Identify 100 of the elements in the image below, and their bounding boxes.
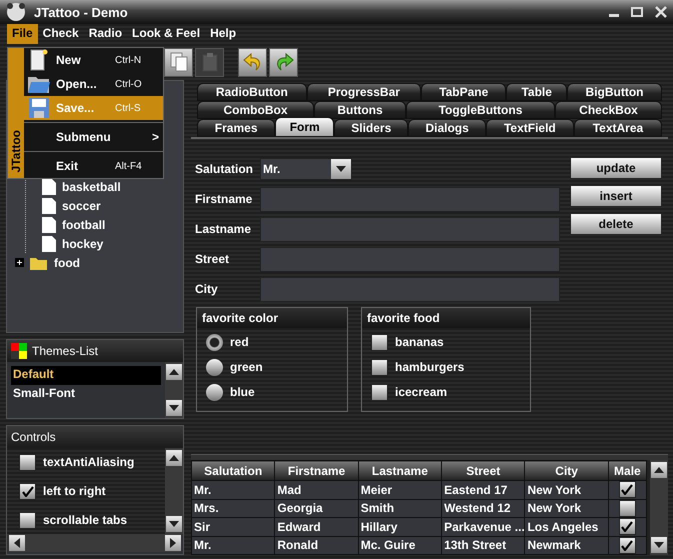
submenu-item[interactable]: Submenu > bbox=[24, 125, 163, 149]
checkbox-label: textAntiAliasing bbox=[43, 455, 134, 469]
checkbox[interactable] bbox=[371, 358, 388, 376]
menu-item[interactable]: Help bbox=[205, 24, 242, 44]
up-arrow-icon[interactable] bbox=[654, 467, 664, 473]
tab[interactable]: Form bbox=[275, 117, 334, 137]
folder-icon bbox=[27, 74, 51, 94]
column-header[interactable]: Firstname bbox=[274, 460, 358, 480]
document-icon bbox=[28, 49, 50, 71]
document-icon bbox=[42, 198, 56, 214]
toolbar-button[interactable] bbox=[238, 48, 267, 77]
salutation-dropdown[interactable]: Mr. bbox=[260, 158, 352, 180]
vertical-scrollbar[interactable] bbox=[165, 362, 183, 418]
horizontal-scrollbar[interactable] bbox=[9, 534, 181, 552]
tab[interactable]: RadioButton bbox=[197, 83, 307, 101]
copy-icon[interactable] bbox=[170, 52, 188, 72]
input-field[interactable] bbox=[260, 186, 560, 212]
checkbox[interactable] bbox=[618, 500, 636, 517]
form-button[interactable]: delete bbox=[570, 213, 662, 235]
table-cell: Meier bbox=[358, 480, 442, 499]
tab[interactable]: Sliders bbox=[334, 119, 408, 137]
document-icon bbox=[42, 216, 56, 232]
option-label: blue bbox=[230, 385, 255, 399]
checkbox[interactable] bbox=[19, 454, 36, 470]
list-item[interactable]: Default bbox=[11, 366, 161, 385]
document-icon bbox=[42, 236, 56, 252]
tab[interactable]: ProgressBar bbox=[306, 83, 422, 101]
tab[interactable]: Dialogs bbox=[408, 119, 486, 137]
tab[interactable]: TabPane bbox=[421, 83, 506, 101]
close-icon[interactable] bbox=[655, 6, 667, 18]
form-button[interactable]: update bbox=[570, 157, 662, 179]
radio-button[interactable] bbox=[206, 358, 223, 376]
tab[interactable]: ComboBox bbox=[197, 101, 314, 119]
tab[interactable]: TextField bbox=[486, 119, 574, 137]
tree-item[interactable]: football bbox=[62, 218, 106, 232]
menu-item[interactable]: Look & Feel bbox=[127, 24, 206, 44]
maximize-icon[interactable] bbox=[631, 7, 643, 18]
checkbox[interactable] bbox=[371, 384, 388, 400]
radio-button[interactable] bbox=[206, 334, 223, 350]
checkbox[interactable] bbox=[371, 334, 388, 350]
menu-item[interactable]: New Ctrl-N bbox=[24, 48, 163, 72]
checkbox[interactable] bbox=[19, 512, 36, 528]
checkbox[interactable] bbox=[618, 518, 636, 536]
menu-item[interactable]: Open... Ctrl-O bbox=[24, 72, 163, 96]
tab[interactable]: TextArea bbox=[574, 119, 662, 137]
input-field[interactable] bbox=[260, 276, 560, 302]
checkbox[interactable] bbox=[19, 482, 36, 500]
palette-icon bbox=[11, 343, 27, 359]
table-cell: Mr. bbox=[192, 536, 275, 554]
up-arrow-icon[interactable] bbox=[169, 369, 179, 375]
menu-item[interactable]: Radio bbox=[84, 24, 128, 44]
down-arrow-icon[interactable] bbox=[169, 405, 179, 411]
expand-icon[interactable] bbox=[15, 258, 24, 267]
list-item[interactable]: Small-Font bbox=[11, 385, 161, 404]
column-header[interactable]: City bbox=[524, 460, 608, 480]
table-cell: Parkavenue ... bbox=[442, 518, 525, 536]
tab[interactable]: Frames bbox=[197, 119, 276, 137]
tree-item[interactable]: food bbox=[54, 256, 80, 270]
column-header[interactable]: Salutation bbox=[192, 460, 275, 480]
menu-item[interactable]: File bbox=[7, 24, 38, 44]
vertical-scrollbar[interactable] bbox=[650, 460, 668, 555]
tab[interactable]: ToggleButtons bbox=[406, 101, 555, 119]
checkbox[interactable] bbox=[618, 481, 636, 498]
left-arrow-icon[interactable] bbox=[14, 538, 20, 548]
menu-item[interactable]: Exit Alt-F4 bbox=[24, 154, 163, 178]
tree-item[interactable]: soccer bbox=[62, 198, 101, 212]
column-header[interactable]: Male bbox=[608, 460, 646, 480]
form-button[interactable]: insert bbox=[570, 185, 662, 207]
table-cell: Mr. bbox=[192, 480, 275, 499]
right-arrow-icon[interactable] bbox=[170, 538, 176, 548]
column-header[interactable]: Lastname bbox=[358, 460, 442, 480]
option-label: bananas bbox=[395, 335, 444, 349]
table-cell: Mc. Guire bbox=[358, 536, 442, 554]
input-field[interactable] bbox=[260, 216, 560, 242]
tree-item[interactable]: hockey bbox=[62, 236, 104, 250]
tree-item[interactable]: basketball bbox=[62, 180, 121, 194]
tab[interactable]: CheckBox bbox=[555, 101, 662, 119]
menu-item[interactable]: Check bbox=[38, 24, 84, 44]
field-label: City bbox=[195, 282, 219, 296]
radio-button[interactable] bbox=[206, 384, 223, 400]
up-arrow-icon[interactable] bbox=[169, 455, 179, 461]
panel-title: Themes-List bbox=[32, 344, 98, 358]
vertical-scrollbar[interactable] bbox=[165, 448, 183, 534]
group-title: favorite color bbox=[197, 308, 347, 328]
column-header[interactable]: Street bbox=[442, 460, 525, 480]
tab[interactable]: Buttons bbox=[314, 101, 406, 119]
down-arrow-icon[interactable] bbox=[336, 166, 346, 172]
table-cell: Georgia bbox=[274, 499, 358, 518]
table-cell: 13th Street bbox=[442, 536, 525, 554]
undo-arrow-icon[interactable] bbox=[242, 52, 262, 72]
checkbox[interactable] bbox=[618, 536, 636, 554]
toolbar-button[interactable] bbox=[269, 48, 298, 77]
down-arrow-icon[interactable] bbox=[169, 521, 179, 527]
tab[interactable]: Table bbox=[506, 83, 568, 101]
tab[interactable]: BigButton bbox=[567, 83, 662, 101]
toolbar-button[interactable] bbox=[164, 48, 193, 77]
input-field[interactable] bbox=[260, 246, 560, 272]
app-icon bbox=[6, 2, 26, 22]
down-arrow-icon[interactable] bbox=[654, 542, 664, 548]
field-label: Salutation bbox=[195, 162, 254, 176]
